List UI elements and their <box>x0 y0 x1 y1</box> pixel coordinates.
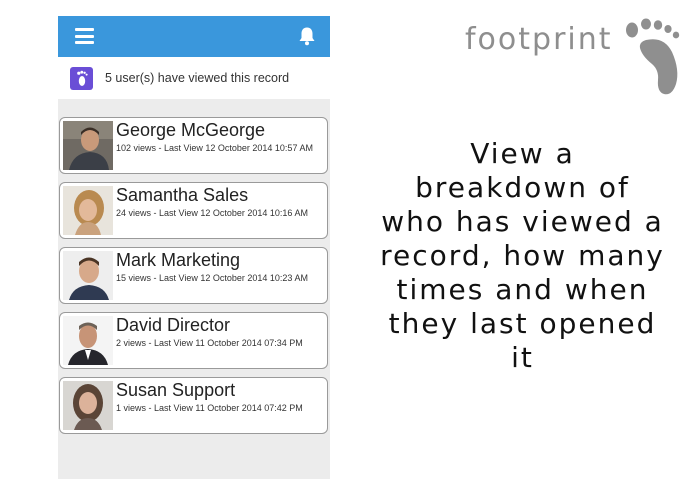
viewer-name: Samantha Sales <box>116 185 249 205</box>
hamburger-menu-icon[interactable] <box>75 28 94 44</box>
viewer-card[interactable]: David Director 2 views - Last View 11 Oc… <box>59 312 328 369</box>
viewer-name: David Director <box>116 315 231 335</box>
viewed-summary-text: 5 user(s) have viewed this record <box>105 71 290 85</box>
viewer-card[interactable]: Susan Support 1 views - Last View 11 Oct… <box>59 377 328 434</box>
bell-icon[interactable] <box>298 26 316 46</box>
tagline: View a breakdown of who has viewed a rec… <box>380 137 665 374</box>
avatar <box>63 251 113 300</box>
avatar <box>63 381 113 430</box>
viewer-meta: 102 views - Last View 12 October 2014 10… <box>116 143 313 153</box>
viewer-card[interactable]: Samantha Sales 24 views - Last View 12 O… <box>59 182 328 239</box>
app-top-bar <box>58 16 330 57</box>
viewer-meta: 24 views - Last View 12 October 2014 10:… <box>116 208 308 218</box>
brand-name: footprint <box>465 22 613 57</box>
viewer-name: George McGeorge <box>116 120 266 140</box>
phone-screen: 5 user(s) have viewed this record George… <box>58 16 330 479</box>
viewer-card[interactable]: Mark Marketing 15 views - Last View 12 O… <box>59 247 328 304</box>
viewer-meta: 1 views - Last View 11 October 2014 07:4… <box>116 403 303 413</box>
avatar <box>63 186 113 235</box>
viewer-meta: 2 views - Last View 11 October 2014 07:3… <box>116 338 303 348</box>
viewer-meta: 15 views - Last View 12 October 2014 10:… <box>116 273 308 283</box>
avatar <box>63 121 113 170</box>
viewer-name: Mark Marketing <box>116 250 241 270</box>
viewed-summary: 5 user(s) have viewed this record <box>58 57 330 99</box>
footprint-badge-icon <box>70 66 93 90</box>
footprint-logo-icon <box>626 18 680 95</box>
viewer-card[interactable]: George McGeorge 102 views - Last View 12… <box>59 117 328 174</box>
viewer-name: Susan Support <box>116 380 236 400</box>
avatar <box>63 316 113 365</box>
